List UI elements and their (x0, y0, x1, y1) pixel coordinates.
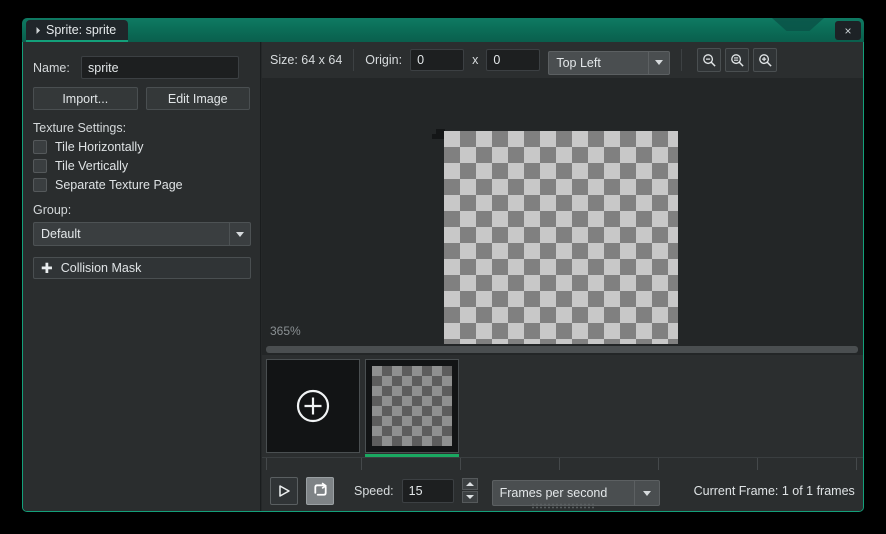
resize-grip[interactable] (530, 503, 595, 509)
checkbox-tile-horizontally[interactable]: Tile Horizontally (33, 140, 250, 154)
origin-y-input[interactable] (486, 49, 541, 71)
edit-image-button[interactable]: Edit Image (145, 87, 250, 110)
speed-input[interactable] (401, 478, 454, 503)
chevron-up-icon (465, 482, 474, 486)
checkbox-icon[interactable] (33, 159, 47, 173)
toolbar-divider (681, 49, 683, 71)
play-icon (279, 484, 290, 497)
name-row: Name: (33, 56, 250, 79)
speed-unit-arrow[interactable] (633, 480, 660, 506)
sprite-toolbar: Size: 64 x 64 Origin: x Top Left (262, 42, 863, 78)
origin-preset-value: Top Left (548, 50, 649, 75)
scrollbar-thumb[interactable] (266, 346, 858, 353)
chevron-down-icon (655, 60, 664, 65)
zoom-reset-icon (730, 53, 744, 67)
group-dropdown-arrow[interactable] (229, 222, 251, 246)
origin-separator-label: x (472, 53, 479, 67)
speed-stepper (461, 478, 478, 503)
sprite-editor-window: Sprite: sprite × Name: Import... Edit Im… (22, 18, 864, 512)
origin-x-input[interactable] (410, 49, 465, 71)
checkbox-icon[interactable] (33, 178, 47, 192)
import-button[interactable]: Import... (33, 87, 138, 110)
frames-strip (262, 355, 863, 460)
zoom-in-button[interactable] (753, 48, 778, 72)
speed-increment-button[interactable] (461, 478, 478, 490)
tab-caret-icon (32, 26, 41, 34)
checkbox-icon[interactable] (33, 140, 47, 154)
plus-circle-icon (296, 389, 330, 423)
checkbox-label: Separate Texture Page (55, 178, 183, 192)
checkbox-label: Tile Horizontally (55, 140, 144, 154)
toolbar-divider (353, 49, 355, 71)
close-icon: × (844, 23, 852, 38)
zoom-in-icon (758, 53, 772, 67)
zoom-level-label: 365% (270, 324, 301, 338)
name-label: Name: (33, 60, 70, 75)
frame-thumbnail-image (372, 366, 452, 446)
group-dropdown-value: Default (33, 222, 229, 246)
close-button[interactable]: × (835, 21, 861, 40)
chevron-down-icon (642, 490, 651, 496)
canvas-horizontal-scrollbar[interactable] (262, 344, 863, 355)
timeline-ruler[interactable] (262, 457, 863, 471)
loop-button[interactable] (306, 476, 334, 505)
origin-preset-arrow[interactable] (648, 50, 671, 75)
zoom-controls (697, 48, 778, 72)
speed-decrement-button[interactable] (461, 491, 478, 503)
tab-title-label: Sprite: sprite (46, 23, 117, 37)
speed-label: Speed: (354, 483, 394, 498)
current-frame-label: Current Frame: 1 of 1 frames (693, 483, 855, 498)
checkbox-label: Tile Vertically (55, 159, 129, 173)
name-input[interactable] (81, 56, 239, 79)
collision-mask-section[interactable]: ✚ Collision Mask (33, 257, 251, 279)
group-dropdown[interactable]: Default (33, 222, 251, 246)
properties-panel: Name: Import... Edit Image Texture Setti… (23, 42, 261, 511)
loop-icon (313, 482, 327, 496)
checkbox-tile-vertically[interactable]: Tile Vertically (33, 159, 250, 173)
window-titlebar: Sprite: sprite × (22, 18, 864, 42)
tab-sprite[interactable]: Sprite: sprite (26, 20, 129, 42)
plus-icon: ✚ (41, 260, 53, 276)
zoom-reset-button[interactable] (725, 48, 750, 72)
image-buttons-row: Import... Edit Image (33, 87, 250, 110)
collision-mask-label: Collision Mask (60, 261, 142, 275)
chevron-down-icon (465, 495, 474, 499)
titlebar-notch (772, 18, 824, 31)
zoom-out-icon (702, 53, 716, 67)
group-label: Group: (33, 203, 72, 217)
size-label: Size: 64 x 64 (270, 53, 343, 67)
play-button[interactable] (270, 476, 298, 505)
sprite-canvas[interactable] (444, 131, 678, 344)
editor-area: Size: 64 x 64 Origin: x Top Left (262, 42, 863, 511)
zoom-out-button[interactable] (697, 48, 722, 72)
chevron-down-icon (236, 231, 244, 237)
checkbox-separate-texture-page[interactable]: Separate Texture Page (33, 178, 250, 192)
texture-settings-label: Texture Settings: (33, 121, 127, 135)
sprite-canvas-area[interactable]: 365% (262, 78, 863, 344)
window-body: Name: Import... Edit Image Texture Setti… (22, 42, 864, 512)
origin-preset-dropdown[interactable]: Top Left (548, 50, 671, 75)
frame-thumbnail-1[interactable] (365, 359, 459, 453)
add-frame-button[interactable] (266, 359, 360, 453)
origin-label: Origin: (365, 53, 403, 67)
